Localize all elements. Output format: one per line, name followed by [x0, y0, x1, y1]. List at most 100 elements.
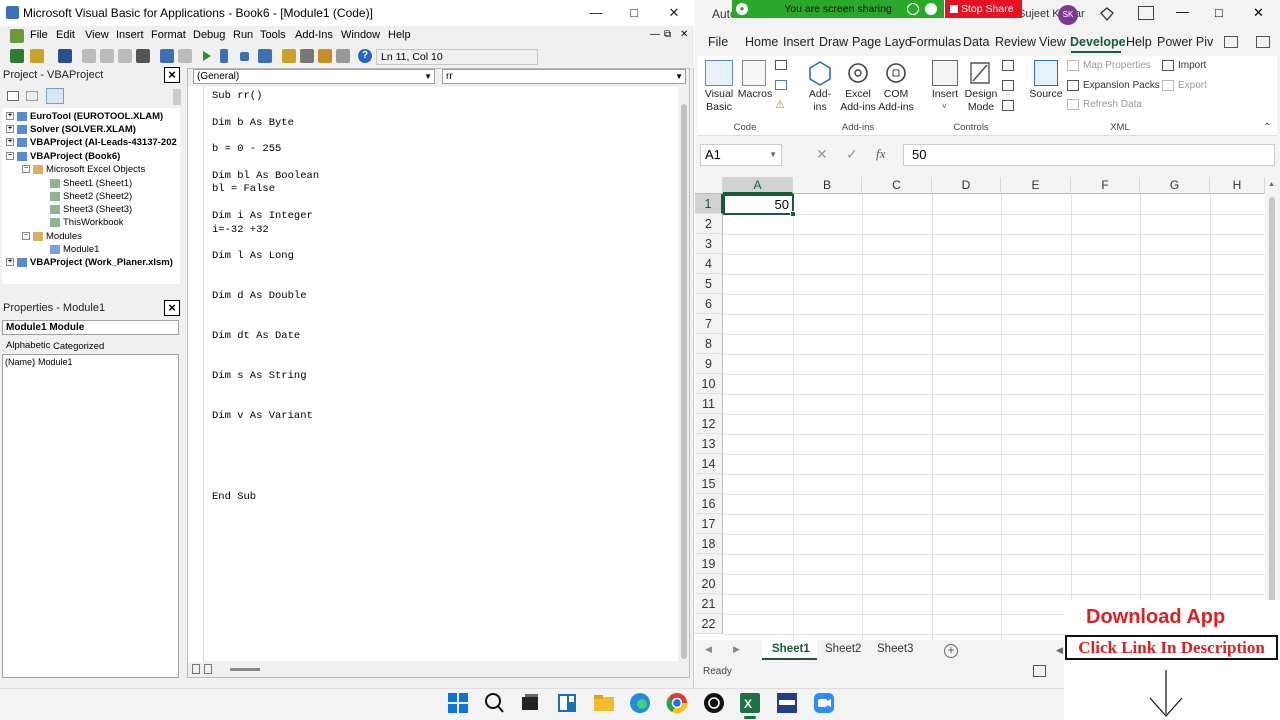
column-header-b[interactable]: B: [793, 177, 862, 194]
prev-sheet-icon[interactable]: ◀: [705, 644, 712, 655]
code-line[interactable]: bl = False: [212, 183, 275, 195]
column-header-a[interactable]: A: [723, 177, 793, 194]
row-header[interactable]: 19: [695, 554, 723, 574]
project-scrollbar[interactable]: [173, 89, 181, 105]
tab-developer[interactable]: Develope: [1070, 35, 1126, 49]
properties-window-icon[interactable]: [300, 49, 314, 63]
object-combo[interactable]: (General) ▼: [193, 69, 435, 84]
user-avatar[interactable]: SK: [1058, 5, 1078, 25]
column-header-g[interactable]: G: [1140, 177, 1210, 194]
sheet-tab-sheet3[interactable]: Sheet3: [877, 643, 913, 655]
code-line[interactable]: Dim l As Long: [212, 250, 294, 262]
pause-icon[interactable]: [907, 3, 919, 15]
tab-insert[interactable]: Insert: [783, 35, 814, 49]
row-header[interactable]: 17: [695, 514, 723, 534]
name-box[interactable]: A1 ▼: [700, 144, 782, 166]
select-all-corner[interactable]: [695, 177, 723, 194]
diamond-icon[interactable]: [1100, 7, 1114, 21]
macros-icon[interactable]: [742, 60, 766, 86]
insert-dropdown-chevron-icon[interactable]: ˅: [942, 102, 947, 111]
source-button[interactable]: Source: [1028, 88, 1064, 101]
cancel-entry-icon[interactable]: ✕: [816, 146, 828, 163]
row-header[interactable]: 21: [695, 594, 723, 614]
cut-icon[interactable]: [82, 49, 96, 63]
expansion-packs-icon[interactable]: [1067, 80, 1079, 91]
prop-name-value[interactable]: Module1: [38, 357, 73, 367]
tab-power-pivot[interactable]: Power Piv: [1157, 35, 1213, 49]
tab-draw[interactable]: Draw: [819, 35, 848, 49]
tree-node-book6[interactable]: − VBAProject (Book6): [6, 151, 120, 163]
row-header[interactable]: 20: [695, 574, 723, 594]
view-code-icon[interactable]: [7, 91, 19, 101]
paste-icon[interactable]: [118, 49, 132, 63]
code-line[interactable]: Dim v As Variant: [212, 410, 313, 422]
tab-data[interactable]: Data: [963, 35, 989, 49]
excel-add-ins-button[interactable]: Excel Add-ins: [838, 88, 878, 114]
add-ins-button[interactable]: Add-ins: [804, 88, 836, 114]
code-line[interactable]: Dim s As String: [212, 370, 307, 382]
com-add-ins-button[interactable]: COM Add-ins: [875, 88, 917, 114]
tree-node-eurotool[interactable]: + EuroTool (EUROTOOL.XLAM): [6, 111, 163, 123]
add-ins-icon[interactable]: [808, 60, 832, 86]
column-header-e[interactable]: E: [1001, 177, 1071, 194]
menu-help[interactable]: Help: [388, 29, 411, 41]
sheet-tab-sheet2[interactable]: Sheet2: [825, 643, 861, 655]
child-restore-button[interactable]: ⧉: [664, 29, 671, 40]
row-header[interactable]: 13: [695, 434, 723, 454]
code-line[interactable]: Sub rr(): [212, 90, 262, 102]
code-line[interactable]: Dim b As Byte: [212, 117, 294, 129]
tab-page-layout[interactable]: Page Layc: [852, 35, 911, 49]
toolbox-icon[interactable]: [336, 49, 350, 63]
sheet-scroll-left-icon[interactable]: ◀: [1056, 645, 1063, 656]
tree-node-thisworkbook[interactable]: ThisWorkbook: [50, 217, 124, 229]
child-minimize-button[interactable]: —: [650, 29, 660, 40]
selected-cell-a1[interactable]: 50: [723, 194, 796, 217]
excel-close-button[interactable]: ✕: [1253, 5, 1264, 21]
insert-module-icon[interactable]: [30, 49, 44, 63]
project-pane-close-button[interactable]: ×: [164, 67, 180, 83]
menu-insert[interactable]: Insert: [116, 29, 144, 41]
redo-icon[interactable]: [178, 49, 192, 63]
relative-ref-icon[interactable]: [775, 80, 787, 90]
row-header[interactable]: 14: [695, 454, 723, 474]
tree-node-module1[interactable]: Module1: [50, 244, 99, 256]
worksheet-grid[interactable]: A B C D E F G H 1 2 3 4 5 6 7 8 9 10 11 12 13 14 15 16 1…: [695, 177, 1265, 642]
comments-icon[interactable]: [1256, 36, 1270, 48]
procedure-combo[interactable]: rr ▼: [442, 69, 686, 84]
row-header[interactable]: 18: [695, 534, 723, 554]
excel-vertical-scrollbar[interactable]: ▲: [1266, 177, 1278, 640]
tab-file[interactable]: File: [708, 35, 728, 49]
design-mode-icon[interactable]: [258, 49, 272, 63]
copy-icon[interactable]: [100, 49, 114, 63]
column-header-h[interactable]: H: [1210, 177, 1265, 194]
design-mode-button[interactable]: Design Mode: [962, 88, 1000, 114]
code-line[interactable]: b = 0 - 255: [212, 143, 281, 155]
source-icon[interactable]: [1034, 60, 1058, 86]
break-icon[interactable]: [220, 49, 228, 63]
excel-view-icon[interactable]: [10, 29, 24, 43]
visual-basic-button[interactable]: Visual Basic: [700, 88, 738, 114]
menu-file[interactable]: File: [30, 29, 48, 41]
code-line[interactable]: Dim i As Integer: [212, 210, 313, 222]
tab-review[interactable]: Review: [995, 35, 1036, 49]
properties-pane-close-button[interactable]: ×: [164, 300, 180, 316]
confirm-entry-icon[interactable]: ✓: [846, 146, 858, 163]
row-header[interactable]: 15: [695, 474, 723, 494]
run-dialog-icon[interactable]: [1002, 100, 1014, 111]
row-header[interactable]: 1: [695, 194, 723, 214]
chrome-icon[interactable]: [666, 692, 688, 714]
menu-edit[interactable]: Edit: [56, 29, 75, 41]
code-editor[interactable]: Sub rr() Dim b As Byte b = 0 - 255 Dim bl A…: [204, 87, 678, 661]
help-icon[interactable]: ?: [358, 49, 372, 63]
code-line[interactable]: Dim dt As Date: [212, 330, 300, 342]
code-vertical-scrollbar[interactable]: [680, 86, 688, 662]
row-header[interactable]: 11: [695, 394, 723, 414]
pin-icon[interactable]: ●: [736, 3, 748, 15]
excel-add-ins-icon[interactable]: [846, 60, 870, 86]
close-button[interactable]: ✕: [654, 0, 694, 26]
code-line[interactable]: Dim bl As Boolean: [212, 170, 319, 182]
undo-icon[interactable]: [160, 49, 174, 63]
expansion-packs-button[interactable]: Expansion Packs: [1083, 80, 1160, 91]
child-close-button[interactable]: ✕: [680, 29, 688, 40]
search-icon[interactable]: [483, 692, 505, 714]
